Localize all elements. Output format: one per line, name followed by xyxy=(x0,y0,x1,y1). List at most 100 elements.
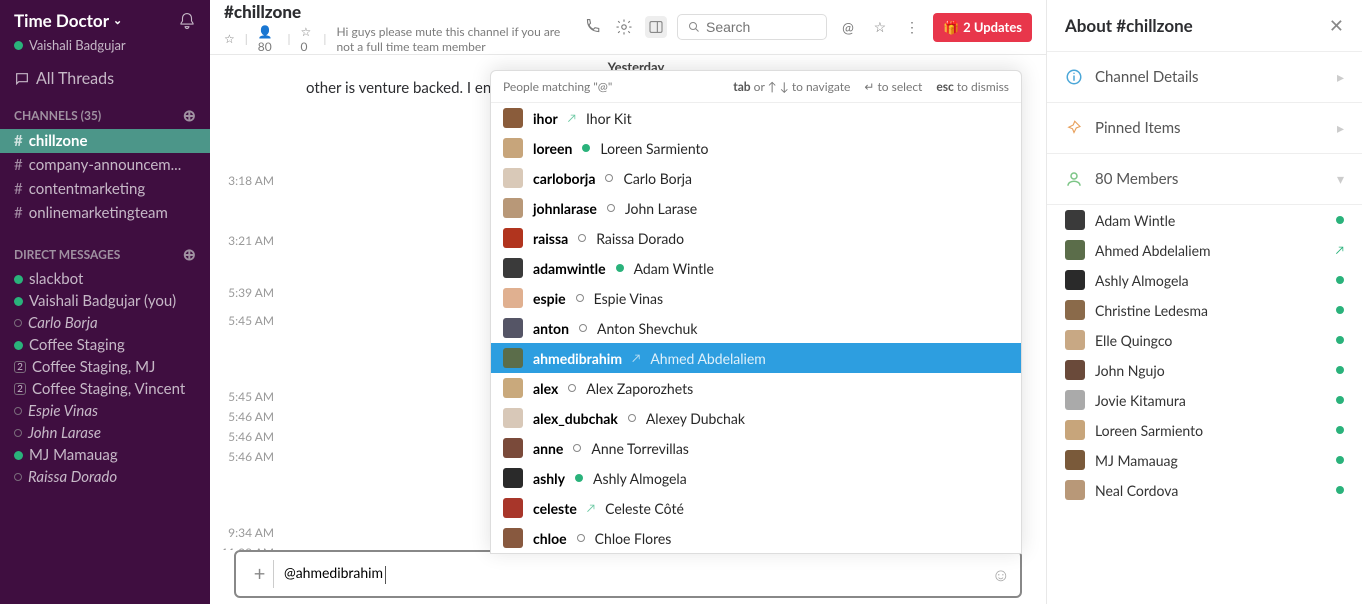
avatar xyxy=(1065,240,1085,260)
real-name: Chloe Flores xyxy=(595,530,672,547)
add-dm-icon[interactable]: ⊕ xyxy=(183,245,196,264)
search-input[interactable] xyxy=(706,19,816,35)
presence-dot xyxy=(628,414,636,422)
info-icon xyxy=(1065,68,1083,86)
emoji-button[interactable]: ☺ xyxy=(992,563,1010,586)
workspace-switcher[interactable]: Time Doctor ⌄ xyxy=(14,10,122,31)
channel-details-section[interactable]: Channel Details ▸ xyxy=(1047,52,1362,103)
member-row[interactable]: Elle Quingco xyxy=(1047,325,1362,355)
avatar xyxy=(503,378,523,398)
presence-dot xyxy=(577,534,585,542)
message-timestamp: 3:18 AM xyxy=(214,173,274,188)
member-row[interactable]: Ashly Almogela xyxy=(1047,265,1362,295)
member-name: Jovie Kitamura xyxy=(1095,392,1326,409)
channel-item[interactable]: #contentmarketing xyxy=(0,177,210,201)
hash-icon: # xyxy=(14,204,23,222)
avatar xyxy=(1065,450,1085,470)
presence-dot xyxy=(1336,426,1344,434)
real-name: Celeste Côté xyxy=(605,500,684,517)
current-user[interactable]: Vaishali Badgujar xyxy=(0,37,210,61)
member-row[interactable]: Ahmed Abdelaliem↗ xyxy=(1047,235,1362,265)
dm-item[interactable]: Espie Vinas xyxy=(0,400,210,422)
call-icon[interactable] xyxy=(581,16,603,38)
channels-section-header[interactable]: Channels (35) ⊕ xyxy=(0,96,210,129)
add-channel-icon[interactable]: ⊕ xyxy=(183,106,196,125)
member-row[interactable]: John Ngujo xyxy=(1047,355,1362,385)
hash-icon: # xyxy=(14,132,23,150)
autocomplete-item[interactable]: johnlarase John Larase xyxy=(491,193,1021,223)
dm-item[interactable]: Vaishali Badgujar (you) xyxy=(0,290,210,312)
dm-item[interactable]: 2Coffee Staging, MJ xyxy=(0,356,210,378)
member-row[interactable]: MJ Mamauag xyxy=(1047,445,1362,475)
attach-button[interactable]: + xyxy=(246,560,274,588)
search-box[interactable] xyxy=(677,14,827,40)
autocomplete-item[interactable]: anne Anne Torrevillas xyxy=(491,433,1021,463)
member-row[interactable]: Loreen Sarmiento xyxy=(1047,415,1362,445)
presence-dot xyxy=(582,144,590,152)
channel-item[interactable]: #company-announcem... xyxy=(0,153,210,177)
autocomplete-item[interactable]: ihor ↗ Ihor Kit xyxy=(491,103,1021,133)
updates-button[interactable]: 🎁 2 Updates xyxy=(933,13,1032,42)
channel-item[interactable]: #onlinemarketingteam xyxy=(0,201,210,225)
avatar xyxy=(1065,300,1085,320)
presence-dot xyxy=(576,294,584,302)
presence-dot xyxy=(1336,306,1344,314)
members-section-header[interactable]: 80 Members ▾ xyxy=(1047,154,1362,205)
autocomplete-item[interactable]: alex Alex Zaporozhets xyxy=(491,373,1021,403)
member-row[interactable]: Neal Cordova xyxy=(1047,475,1362,505)
close-icon[interactable]: ✕ xyxy=(1329,14,1344,37)
autocomplete-item[interactable]: anton Anton Shevchuk xyxy=(491,313,1021,343)
pinned-count[interactable]: ☆ 0 xyxy=(301,24,314,54)
presence-dot xyxy=(578,234,586,242)
autocomplete-item[interactable]: loreen Loreen Sarmiento xyxy=(491,133,1021,163)
toggle-sidebar-icon[interactable] xyxy=(645,16,667,38)
member-row[interactable]: Christine Ledesma xyxy=(1047,295,1362,325)
autocomplete-item[interactable]: carloborja Carlo Borja xyxy=(491,163,1021,193)
message-timestamp: 3:21 AM xyxy=(214,233,274,248)
gear-icon[interactable] xyxy=(613,16,635,38)
dm-item[interactable]: Carlo Borja xyxy=(0,312,210,334)
autocomplete-item[interactable]: chloe Chloe Flores xyxy=(491,523,1021,553)
star-icon[interactable]: ☆ xyxy=(224,31,235,46)
autocomplete-item[interactable]: espie Espie Vinas xyxy=(491,283,1021,313)
members-count[interactable]: 👤 80 xyxy=(258,24,278,54)
autocomplete-item[interactable]: celeste ↗ Celeste Côté xyxy=(491,493,1021,523)
dm-item[interactable]: 2Coffee Staging, Vincent xyxy=(0,378,210,400)
mentions-icon[interactable]: @ xyxy=(837,16,859,38)
presence-dot xyxy=(1336,456,1344,464)
real-name: Carlo Borja xyxy=(623,170,692,187)
member-row[interactable]: Jovie Kitamura xyxy=(1047,385,1362,415)
channel-topic[interactable]: Hi guys please mute this channel if you … xyxy=(336,24,569,54)
all-threads[interactable]: All Threads xyxy=(0,61,210,96)
channel-item[interactable]: #chillzone xyxy=(0,129,210,153)
autocomplete-item[interactable]: ahmedibrahim ↗ Ahmed Abdelaliem xyxy=(491,343,1021,373)
presence-dot xyxy=(1336,486,1344,494)
message-composer[interactable]: + @ahmedibrahim ☺ xyxy=(234,550,1022,598)
real-name: Ahmed Abdelaliem xyxy=(650,350,765,367)
dm-item[interactable]: slackbot xyxy=(0,268,210,290)
avatar xyxy=(503,198,523,218)
chevron-down-icon: ⌄ xyxy=(113,14,122,27)
member-name: Elle Quingco xyxy=(1095,332,1326,349)
dm-item[interactable]: Raissa Dorado xyxy=(0,466,210,488)
real-name: Loreen Sarmiento xyxy=(600,140,708,157)
bell-icon[interactable] xyxy=(178,12,196,30)
message-timestamp: 5:45 AM xyxy=(214,389,274,404)
presence-dot xyxy=(14,275,23,284)
autocomplete-item[interactable]: ashly Ashly Almogela xyxy=(491,463,1021,493)
presence-dot xyxy=(568,384,576,392)
dm-section-header[interactable]: Direct Messages ⊕ xyxy=(0,235,210,268)
autocomplete-item[interactable]: adamwintle Adam Wintle xyxy=(491,253,1021,283)
pinned-items-section[interactable]: Pinned Items ▸ xyxy=(1047,103,1362,154)
avatar xyxy=(503,408,523,428)
dm-item[interactable]: MJ Mamauag xyxy=(0,444,210,466)
group-dm-icon: 2 xyxy=(14,361,26,373)
star-channel-icon[interactable]: ☆ xyxy=(869,16,891,38)
dm-item[interactable]: Coffee Staging xyxy=(0,334,210,356)
autocomplete-item[interactable]: alex_dubchak Alexey Dubchak xyxy=(491,403,1021,433)
autocomplete-item[interactable]: raissa Raissa Dorado xyxy=(491,223,1021,253)
avatar xyxy=(503,168,523,188)
more-icon[interactable]: ⋮ xyxy=(901,16,923,38)
member-row[interactable]: Adam Wintle xyxy=(1047,205,1362,235)
dm-item[interactable]: John Larase xyxy=(0,422,210,444)
